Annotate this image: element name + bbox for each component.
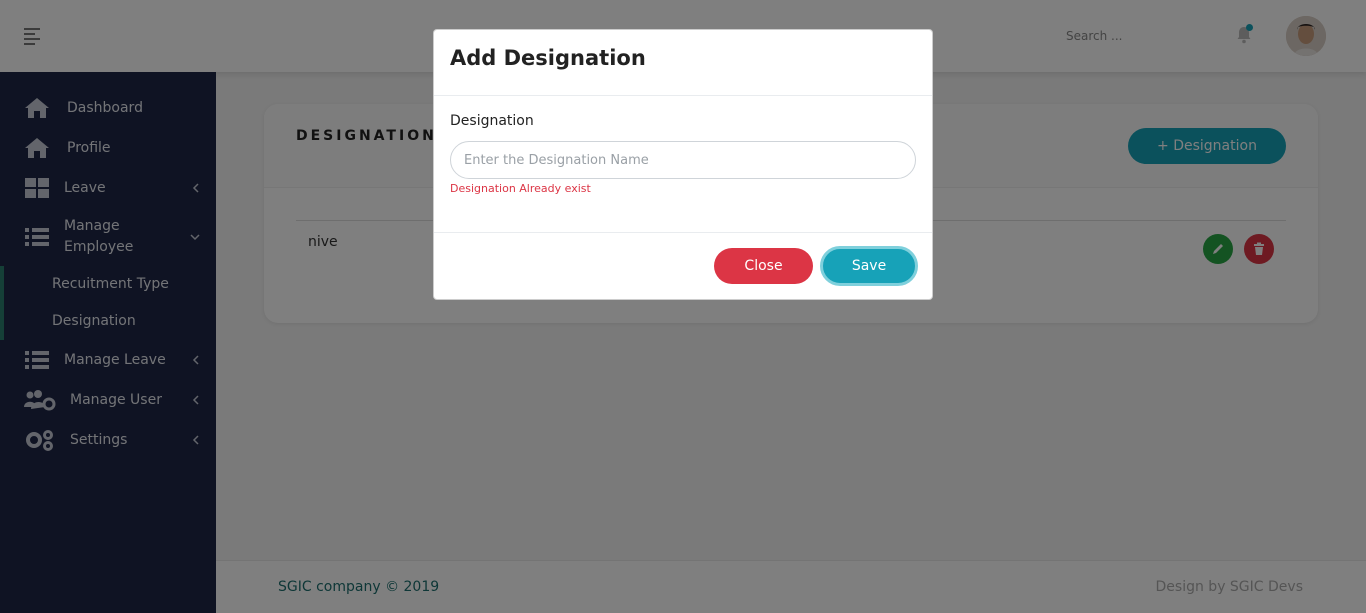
modal-header: Add Designation bbox=[434, 30, 932, 96]
modal-footer-divider bbox=[434, 232, 932, 233]
designation-field-label: Designation bbox=[450, 113, 534, 129]
validation-error: Designation Already exist bbox=[450, 182, 591, 195]
add-designation-modal: Add Designation Designation Designation … bbox=[433, 29, 933, 300]
modal-title: Add Designation bbox=[450, 46, 646, 70]
close-button[interactable]: Close bbox=[714, 248, 813, 284]
save-button[interactable]: Save bbox=[820, 246, 918, 286]
designation-input[interactable] bbox=[450, 141, 916, 179]
